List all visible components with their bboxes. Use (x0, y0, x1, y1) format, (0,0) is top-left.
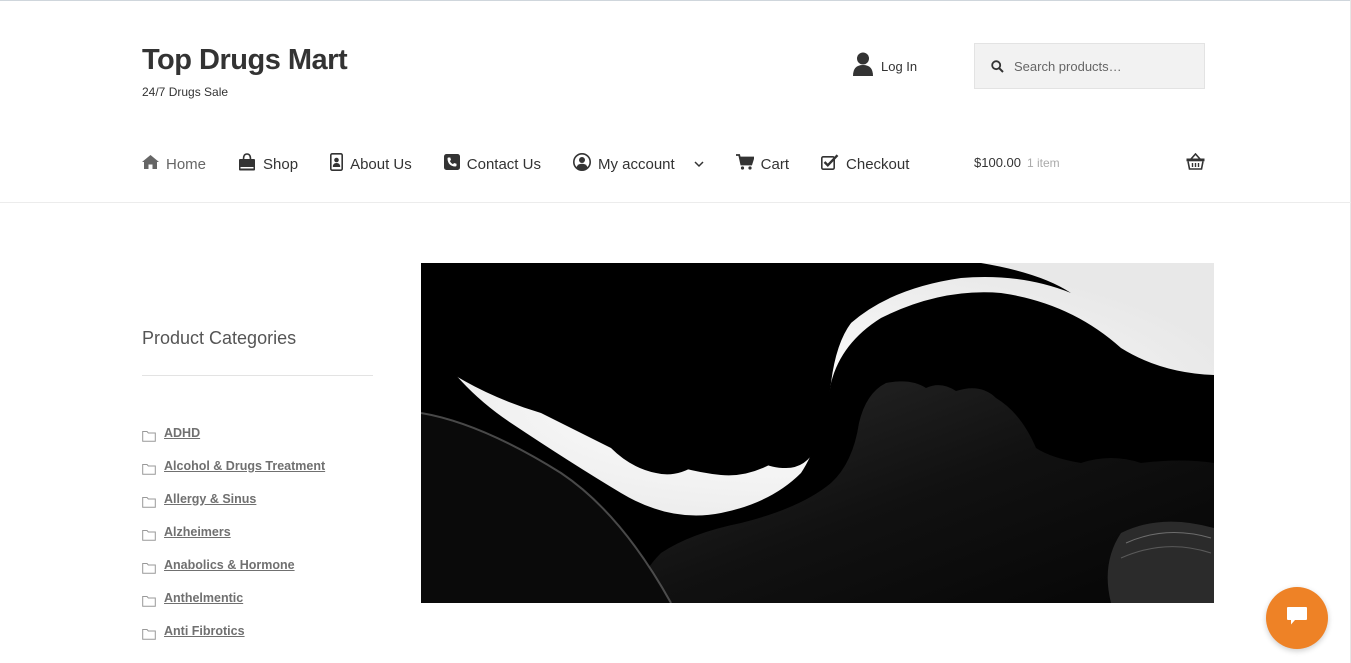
nav-home[interactable]: Home (142, 155, 206, 173)
checkbox-icon (821, 154, 839, 174)
widget-divider (142, 375, 373, 376)
folder-icon (142, 463, 156, 475)
chevron-down-icon[interactable] (694, 160, 704, 168)
basket-icon[interactable] (1186, 152, 1205, 175)
search-input[interactable] (1012, 57, 1196, 75)
nav-about-label: About Us (350, 155, 412, 173)
folder-icon (142, 595, 156, 607)
list-item: Alcohol & Drugs Treatment (142, 459, 325, 492)
cart-icon (735, 154, 755, 174)
primary-nav: Home Shop About Us Contact Us My account… (142, 152, 941, 176)
list-item: Anabolics & Hormone (142, 558, 325, 591)
category-link[interactable]: Anthelmentic (164, 591, 243, 605)
list-item: Anthelmentic (142, 591, 325, 624)
search-icon (991, 59, 1004, 73)
folder-icon (142, 496, 156, 508)
category-link[interactable]: Anti Fibrotics (164, 624, 245, 638)
product-search[interactable] (974, 43, 1205, 89)
header-divider (0, 202, 1351, 203)
list-item: Anti Fibrotics (142, 624, 325, 657)
folder-icon (142, 628, 156, 640)
site-tagline: 24/7 Drugs Sale (142, 85, 229, 99)
nav-shop-label: Shop (263, 155, 299, 173)
category-link[interactable]: Anabolics & Hormone (164, 558, 295, 572)
nav-contact-label: Contact Us (466, 155, 541, 173)
category-link[interactable]: ADHD (164, 426, 200, 440)
folder-icon (142, 562, 156, 574)
category-link[interactable]: Alzheimers (164, 525, 231, 539)
cart-item-count: 1 item (1027, 156, 1060, 170)
hero-banner-image (421, 263, 1214, 603)
nav-contact-us[interactable]: Contact Us (443, 154, 541, 174)
category-link[interactable]: Allergy & Sinus (164, 492, 256, 506)
category-list: ADHD Alcohol & Drugs Treatment Allergy &… (142, 426, 325, 657)
top-border (0, 0, 1351, 1)
nav-my-account[interactable]: My account (572, 153, 704, 175)
phone-icon (443, 154, 460, 174)
chat-button[interactable] (1266, 587, 1328, 649)
shopping-bag-icon (238, 153, 256, 175)
product-categories-heading: Product Categories (142, 328, 297, 348)
nav-shop[interactable]: Shop (238, 153, 298, 175)
contact-card-icon (330, 153, 344, 175)
list-item: Alzheimers (142, 525, 325, 558)
user-circle-icon (572, 153, 591, 175)
folder-icon (142, 529, 156, 541)
nav-cart-label: Cart (760, 155, 790, 173)
user-icon (852, 52, 874, 81)
home-icon (142, 155, 159, 173)
site-title[interactable]: Top Drugs Mart (142, 44, 348, 77)
chat-bubble-icon (1286, 606, 1308, 631)
login-link[interactable]: Log In (852, 52, 917, 81)
header-cart-total[interactable]: $100.00 1 item (974, 155, 1060, 170)
folder-icon (142, 430, 156, 442)
list-item: Allergy & Sinus (142, 492, 325, 525)
nav-cart[interactable]: Cart (735, 154, 790, 174)
cart-amount: $100.00 (974, 155, 1021, 170)
nav-checkout-label: Checkout (846, 155, 910, 173)
nav-account-label: My account (597, 155, 675, 173)
nav-about-us[interactable]: About Us (330, 153, 412, 175)
list-item: ADHD (142, 426, 325, 459)
category-link[interactable]: Alcohol & Drugs Treatment (164, 459, 325, 473)
nav-home-label: Home (166, 155, 207, 173)
nav-checkout[interactable]: Checkout (821, 154, 909, 174)
login-label: Log In (881, 59, 918, 74)
